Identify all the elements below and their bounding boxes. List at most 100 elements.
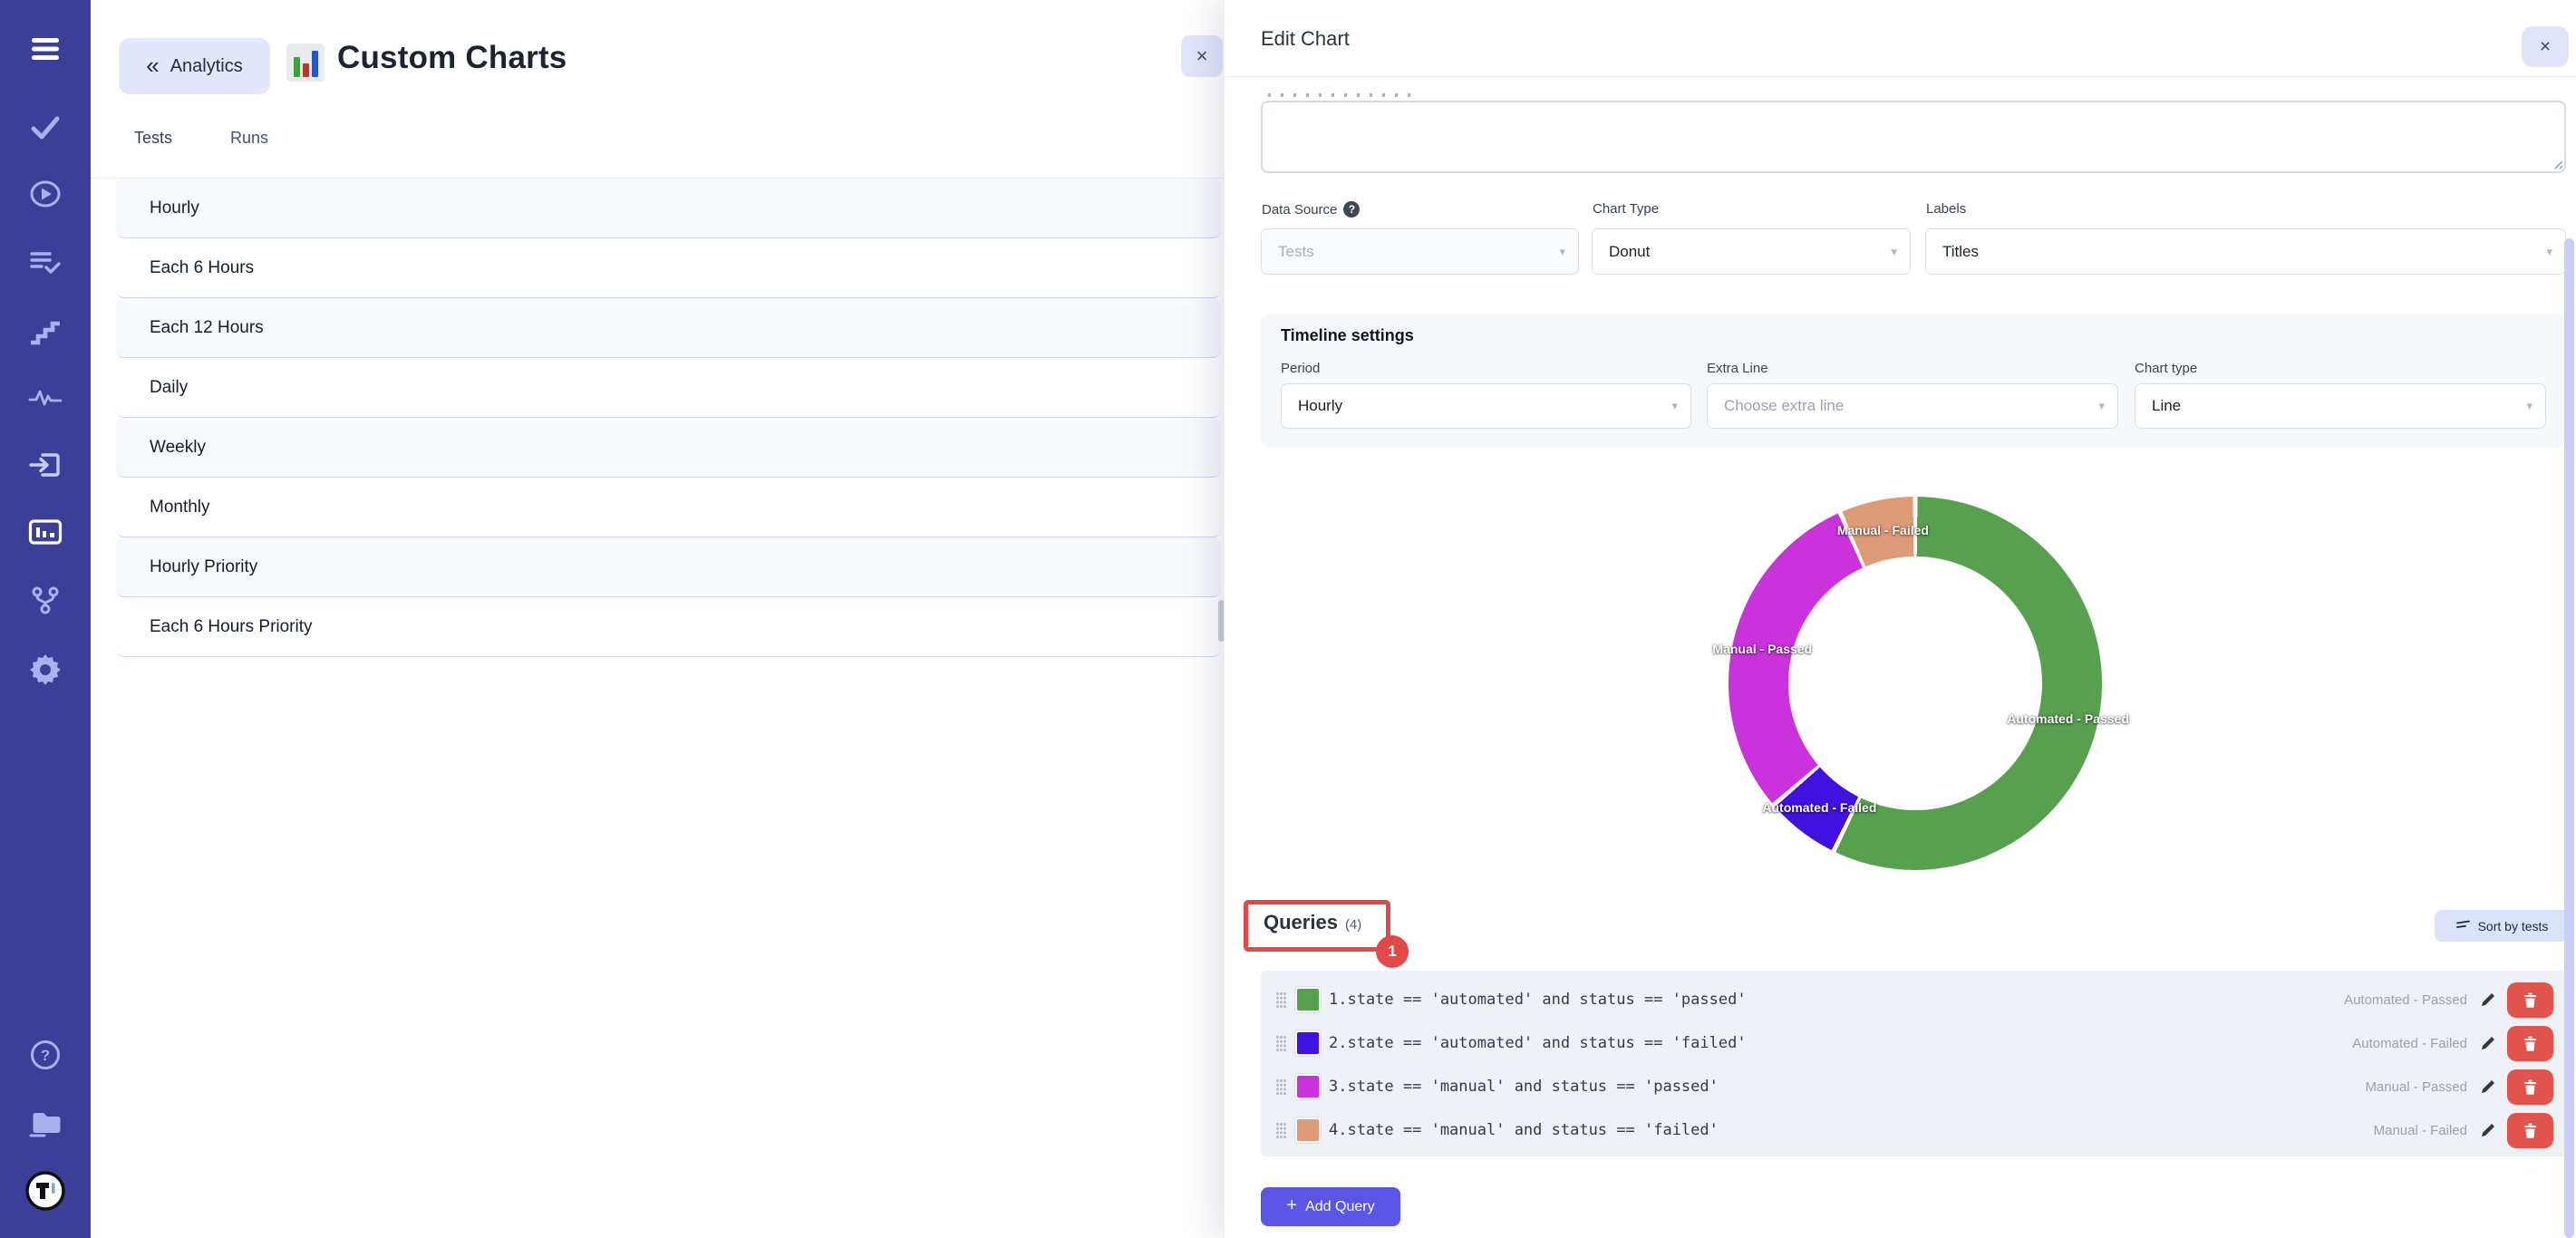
chevron-down-icon: ▾ (2098, 399, 2105, 413)
clipped-field-label (1268, 93, 1413, 97)
analytics-pulse-icon[interactable] (0, 372, 91, 423)
donut-slice-label: Automated - Failed (1762, 800, 1876, 815)
chart-type-select[interactable]: Donut ▾ (1592, 228, 1911, 275)
settings-gear-icon[interactable] (0, 643, 91, 694)
donut-slice-label: Automated - Passed (2007, 711, 2129, 726)
period-label: Period (1281, 361, 1320, 376)
add-query-button[interactable]: + Add Query (1261, 1187, 1400, 1226)
donut-hole (1788, 556, 2042, 810)
edit-chart-drawer: Edit Chart × Data Source ? Chart Type La… (1224, 0, 2576, 1238)
extra-line-select[interactable]: Choose extra line ▾ (1707, 383, 2118, 429)
list-item-monthly[interactable]: Monthly (116, 478, 1221, 537)
query-result-label: Automated - Failed (2352, 1036, 2467, 1051)
plus-icon: + (1286, 1195, 1297, 1216)
query-row: 3.state == 'manual' and status == 'passe… (1261, 1065, 2566, 1108)
drag-handle-icon[interactable] (1275, 991, 1287, 1009)
custom-charts-app: ? « Analytics Custom Charts × Tests Runs… (0, 0, 2576, 1238)
labels-label: Labels (1926, 201, 1966, 217)
color-swatch[interactable] (1294, 1073, 1322, 1100)
query-row: 2.state == 'automated' and status == 'fa… (1261, 1021, 2566, 1065)
chevron-down-icon: ▾ (2526, 399, 2532, 413)
drag-handle-icon[interactable] (1275, 1122, 1287, 1139)
sort-by-tests-button[interactable]: Sort by tests (2435, 910, 2569, 942)
drawer-close-button[interactable]: × (2522, 26, 2569, 67)
help-icon[interactable]: ? (1343, 201, 1360, 218)
query-text: 4.state == 'manual' and status == 'faile… (1329, 1121, 2374, 1139)
scrollbar-thumb[interactable] (2564, 238, 2574, 1238)
chevron-down-icon: ▾ (1559, 245, 1565, 259)
edit-pencil-icon[interactable] (2480, 1035, 2496, 1051)
donut-slice-label: Manual - Failed (1837, 523, 1929, 537)
sort-icon (2455, 920, 2471, 932)
color-swatch[interactable] (1294, 986, 1322, 1013)
back-to-analytics-button[interactable]: « Analytics (119, 38, 270, 94)
list-item-hourly-priority[interactable]: Hourly Priority (116, 537, 1221, 597)
pull-requests-sign-in-icon[interactable] (0, 440, 91, 490)
drawer-scrollbar[interactable] (2563, 0, 2574, 1238)
query-result-label: Manual - Failed (2374, 1123, 2467, 1138)
edit-pencil-icon[interactable] (2480, 1078, 2496, 1095)
tab-runs[interactable]: Runs (230, 129, 268, 148)
query-row: 4.state == 'manual' and status == 'faile… (1261, 1108, 2566, 1152)
period-select[interactable]: Hourly ▾ (1281, 383, 1691, 429)
runs-play-icon[interactable] (0, 169, 91, 219)
custom-charts-icon[interactable] (0, 507, 91, 557)
color-swatch[interactable] (1294, 1030, 1322, 1057)
chevron-down-icon: ▾ (1891, 245, 1897, 259)
projects-folder-icon[interactable] (0, 1098, 91, 1149)
labels-select[interactable]: Titles ▾ (1925, 228, 2566, 275)
edit-pencil-icon[interactable] (2480, 1122, 2496, 1138)
list-item-daily[interactable]: Daily (116, 358, 1221, 418)
tests-check-icon[interactable] (0, 102, 91, 153)
trash-icon (2523, 1079, 2537, 1095)
timeline-settings-heading: Timeline settings (1281, 326, 1414, 345)
help-icon[interactable]: ? (0, 1030, 91, 1080)
data-source-label: Data Source ? (1262, 201, 1360, 218)
edit-pencil-icon[interactable] (2480, 991, 2496, 1008)
query-text: 2.state == 'automated' and status == 'fa… (1329, 1034, 2352, 1052)
donut-chart: Automated - PassedAutomated - FailedManu… (1729, 497, 2102, 870)
chart-description-textarea[interactable] (1261, 101, 2566, 173)
chevrons-left-icon: « (146, 53, 159, 77)
query-result-label: Automated - Passed (2344, 992, 2467, 1008)
drawer-title: Edit Chart (1261, 27, 1350, 51)
annotation-badge: 1 (1376, 935, 1409, 968)
chart-type-label: Chart Type (1593, 201, 1659, 217)
query-result-label: Manual - Passed (2365, 1079, 2467, 1095)
timeline-chart-type-select[interactable]: Line ▾ (2135, 383, 2546, 429)
menu-icon[interactable] (0, 24, 91, 74)
delete-query-button[interactable] (2507, 1069, 2553, 1105)
close-icon: × (1196, 44, 1208, 68)
trash-icon (2523, 1123, 2537, 1138)
list-tabs: Tests Runs (134, 129, 268, 148)
queries-count: (4) (1345, 917, 1361, 933)
queries-panel: 1.state == 'automated' and status == 'pa… (1261, 971, 2566, 1156)
custom-charts-list: Hourly Each 6 Hours Each 12 Hours Daily … (116, 179, 1221, 657)
close-icon: × (2540, 36, 2551, 58)
list-item-each-6-hours-priority[interactable]: Each 6 Hours Priority (116, 597, 1221, 657)
delete-query-button[interactable] (2507, 982, 2553, 1018)
milestones-stairs-icon[interactable] (0, 306, 91, 357)
divider (1225, 76, 2576, 77)
list-item-each-12-hours[interactable]: Each 12 Hours (116, 298, 1221, 358)
color-swatch[interactable] (1294, 1117, 1322, 1144)
chevron-down-icon: ▾ (2546, 245, 2552, 259)
query-row: 1.state == 'automated' and status == 'pa… (1261, 978, 2566, 1021)
page-title: Custom Charts (337, 40, 567, 76)
branch-icon[interactable] (0, 575, 91, 625)
data-source-select: Tests ▾ (1261, 228, 1579, 275)
delete-query-button[interactable] (2507, 1026, 2553, 1061)
list-item-weekly[interactable]: Weekly (116, 418, 1221, 478)
plans-list-check-icon[interactable] (0, 237, 91, 288)
delete-query-button[interactable] (2507, 1113, 2553, 1148)
tab-tests[interactable]: Tests (134, 129, 172, 148)
logo-icon[interactable] (0, 1165, 91, 1216)
extra-line-label: Extra Line (1707, 361, 1768, 376)
left-panel-close-button[interactable]: × (1181, 35, 1223, 77)
drag-handle-icon[interactable] (1275, 1078, 1287, 1096)
drag-handle-icon[interactable] (1275, 1035, 1287, 1052)
chevron-down-icon: ▾ (1671, 399, 1678, 413)
list-item-hourly[interactable]: Hourly (116, 179, 1221, 238)
query-text: 1.state == 'automated' and status == 'pa… (1329, 991, 2344, 1009)
list-item-each-6-hours[interactable]: Each 6 Hours (116, 238, 1221, 298)
